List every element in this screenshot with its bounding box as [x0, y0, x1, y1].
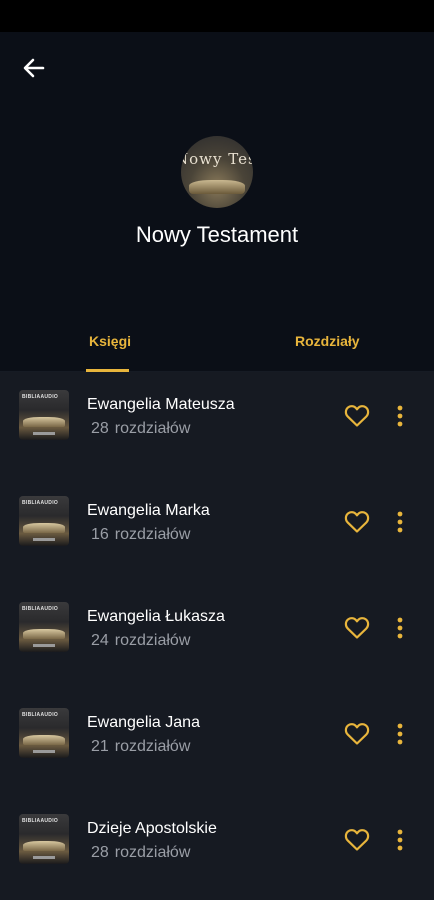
open-book-graphic [23, 735, 65, 745]
more-vertical-icon [397, 405, 403, 427]
chapter-count-number: 16 [91, 526, 109, 543]
book-name: Dzieje Apostolskie [87, 820, 217, 837]
thumbnail-caption [33, 856, 55, 859]
book-thumbnail: BIBLIAAUDIO [19, 496, 69, 546]
tab-books[interactable]: Księgi [0, 322, 217, 372]
book-thumbnail: BIBLIAAUDIO [19, 708, 69, 758]
list-item[interactable]: BIBLIAAUDIO Ewangelia Marka 16 rozdziałów [0, 478, 434, 584]
chapter-count-suffix: rozdziałów [114, 420, 191, 437]
thumbnail-caption [33, 432, 55, 435]
chapter-count-suffix: rozdziałów [114, 844, 191, 861]
tab-bar: Księgi Rozdziały [0, 322, 434, 372]
book-list: BIBLIAAUDIO Ewangelia Mateusza 28 rozdzia… [0, 372, 434, 900]
more-vertical-icon [397, 723, 403, 745]
chapter-count: 24 rozdziałów [91, 632, 190, 650]
arrow-left-icon [23, 58, 45, 78]
more-options-button[interactable] [390, 614, 410, 642]
more-options-button[interactable] [390, 508, 410, 536]
chapter-count: 21 rozdziałów [91, 738, 190, 756]
more-options-button[interactable] [390, 720, 410, 748]
tab-books-label: Księgi [89, 333, 132, 349]
thumbnail-label: BIBLIAAUDIO [22, 394, 59, 400]
book-thumbnail: BIBLIAAUDIO [19, 390, 69, 440]
page-title: Nowy Testament [135, 222, 299, 247]
cover-image: Nowy Testament [181, 136, 253, 208]
favorite-button[interactable] [343, 614, 371, 642]
chapter-count-number: 28 [91, 844, 109, 861]
header: Nowy Testament Nowy Testament [0, 32, 434, 372]
list-item[interactable]: BIBLIAAUDIO Ewangelia Łukasza 24 rozdział… [0, 584, 434, 690]
thumbnail-caption [33, 538, 55, 541]
more-options-button[interactable] [390, 402, 410, 430]
thumbnail-label: BIBLIAAUDIO [22, 818, 59, 824]
thumbnail-label: BIBLIAAUDIO [22, 712, 59, 718]
thumbnail-label: BIBLIAAUDIO [22, 500, 59, 506]
list-item[interactable]: BIBLIAAUDIO Ewangelia Jana 21 rozdziałów [0, 690, 434, 796]
open-book-graphic [189, 180, 245, 194]
list-item[interactable]: BIBLIAAUDIO Ewangelia Mateusza 28 rozdzia… [0, 372, 434, 478]
thumbnail-caption [33, 644, 55, 647]
cover-text: Nowy Testament [181, 150, 253, 168]
book-name: Ewangelia Jana [87, 714, 200, 731]
chapter-count-suffix: rozdziałów [114, 738, 191, 755]
status-bar [0, 0, 434, 32]
more-vertical-icon [397, 617, 403, 639]
thumbnail-caption [33, 750, 55, 753]
book-name: Ewangelia Marka [87, 502, 210, 519]
thumbnail-label: BIBLIAAUDIO [22, 606, 59, 612]
favorite-button[interactable] [343, 402, 371, 430]
book-thumbnail: BIBLIAAUDIO [19, 814, 69, 864]
open-book-graphic [23, 841, 65, 851]
open-book-graphic [23, 629, 65, 639]
chapter-count: 28 rozdziałów [91, 420, 190, 438]
heart-icon [344, 723, 370, 745]
favorite-button[interactable] [343, 508, 371, 536]
open-book-graphic [23, 523, 65, 533]
chapter-count: 28 rozdziałów [91, 844, 190, 862]
open-book-graphic [23, 417, 65, 427]
heart-icon [344, 829, 370, 851]
chapter-count-suffix: rozdziałów [114, 632, 191, 649]
list-item[interactable]: BIBLIAAUDIO Dzieje Apostolskie 28 rozdzia… [0, 796, 434, 900]
chapter-count-number: 28 [91, 420, 109, 437]
book-name: Ewangelia Mateusza [87, 396, 235, 413]
back-button[interactable] [18, 53, 50, 83]
chapter-count-number: 21 [91, 738, 109, 755]
more-vertical-icon [397, 829, 403, 851]
more-options-button[interactable] [390, 826, 410, 854]
tab-chapters[interactable]: Rozdziały [217, 322, 434, 372]
book-name: Ewangelia Łukasza [87, 608, 225, 625]
favorite-button[interactable] [343, 826, 371, 854]
chapter-count: 16 rozdziałów [91, 526, 190, 544]
book-thumbnail: BIBLIAAUDIO [19, 602, 69, 652]
chapter-count-suffix: rozdziałów [114, 526, 191, 543]
tab-chapters-label: Rozdziały [295, 333, 360, 349]
more-vertical-icon [397, 511, 403, 533]
heart-icon [344, 511, 370, 533]
heart-icon [344, 405, 370, 427]
favorite-button[interactable] [343, 720, 371, 748]
chapter-count-number: 24 [91, 632, 109, 649]
heart-icon [344, 617, 370, 639]
